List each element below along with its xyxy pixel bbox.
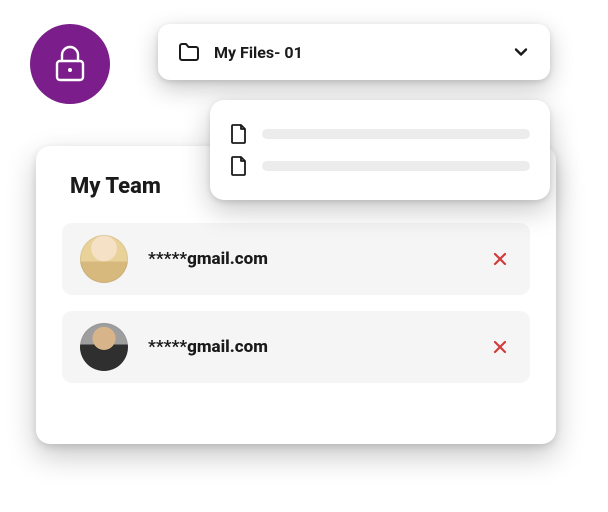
chevron-down-icon	[512, 43, 530, 61]
member-row: *****gmail.com	[62, 223, 530, 295]
avatar	[80, 323, 128, 371]
lock-badge	[30, 24, 110, 104]
remove-member-button[interactable]	[488, 247, 512, 271]
file-icon	[230, 123, 248, 145]
remove-member-button[interactable]	[488, 335, 512, 359]
dropdown-item-placeholder	[262, 129, 530, 139]
folder-icon	[178, 42, 200, 62]
member-row: *****gmail.com	[62, 311, 530, 383]
close-icon	[492, 251, 508, 267]
dropdown-item[interactable]	[230, 123, 530, 145]
folder-select-label: My Files- 01	[214, 43, 512, 62]
file-icon	[230, 155, 248, 177]
close-icon	[492, 339, 508, 355]
avatar	[80, 235, 128, 283]
folder-dropdown-panel	[210, 100, 550, 200]
folder-select[interactable]: My Files- 01	[158, 24, 550, 80]
dropdown-item[interactable]	[230, 155, 530, 177]
member-email: *****gmail.com	[148, 249, 488, 269]
member-email: *****gmail.com	[148, 337, 488, 357]
lock-icon	[53, 44, 87, 84]
dropdown-item-placeholder	[262, 161, 530, 171]
